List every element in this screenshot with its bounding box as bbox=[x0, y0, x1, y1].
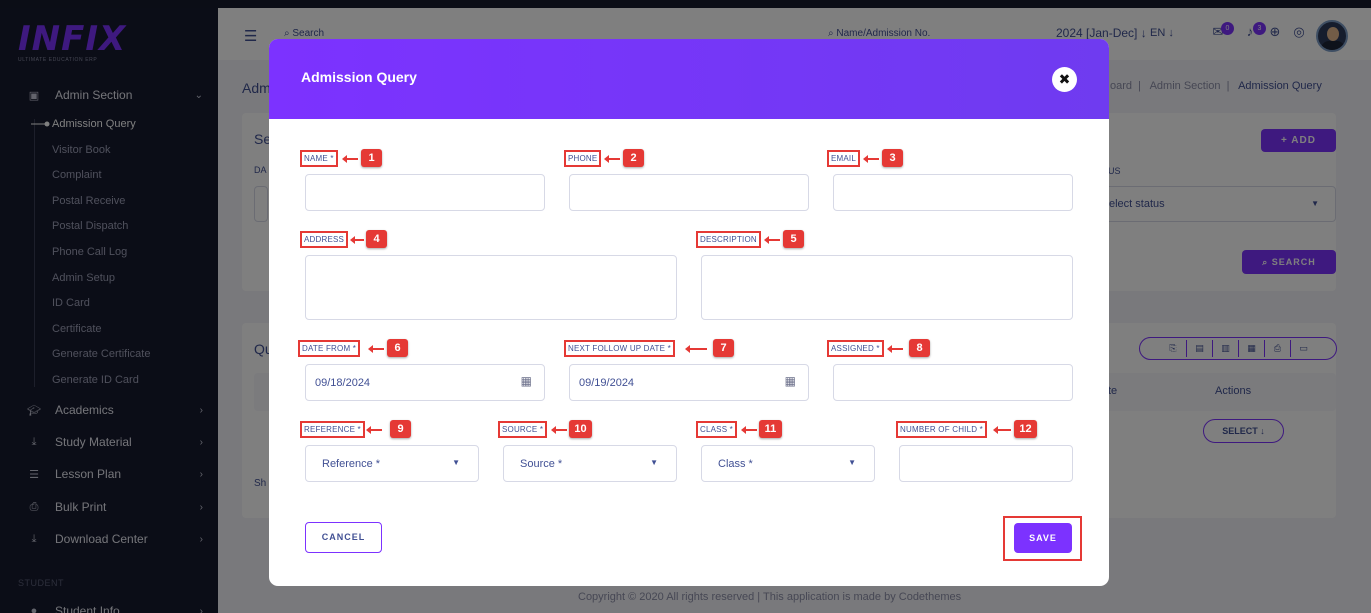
annotation-arrow bbox=[350, 236, 364, 244]
save-button[interactable]: SAVE bbox=[1014, 523, 1072, 553]
reference-select[interactable]: Reference * ▼ bbox=[305, 445, 479, 482]
admission-query-modal: Admission Query ✖ NAME * 1 PHONE 2 EMAIL… bbox=[269, 39, 1109, 586]
phone-label: PHONE bbox=[564, 150, 602, 167]
next-follow-up-date-label: NEXT FOLLOW UP DATE * bbox=[564, 340, 675, 357]
annotation-arrow bbox=[993, 426, 1011, 434]
annotation-badge-6: 6 bbox=[387, 339, 408, 357]
calendar-icon[interactable]: ▦ bbox=[521, 374, 532, 388]
annotation-badge-12: 12 bbox=[1014, 420, 1037, 438]
address-label: ADDRESS bbox=[300, 231, 349, 248]
date-from-field[interactable]: 09/18/2024 ▦ bbox=[305, 364, 545, 401]
annotation-arrow bbox=[863, 155, 879, 163]
caret-down-icon: ▼ bbox=[452, 458, 460, 467]
assigned-label: ASSIGNED * bbox=[827, 340, 884, 357]
top-stripe bbox=[0, 0, 1371, 8]
annotation-badge-7: 7 bbox=[713, 339, 734, 357]
next-follow-up-date-field[interactable]: 09/19/2024 ▦ bbox=[569, 364, 809, 401]
description-field[interactable] bbox=[701, 255, 1073, 320]
reference-select-value: Reference * bbox=[322, 458, 381, 470]
email-label: EMAIL bbox=[827, 150, 861, 167]
caret-down-icon: ▼ bbox=[848, 458, 856, 467]
date-from-value: 09/18/2024 bbox=[315, 377, 371, 389]
address-field[interactable] bbox=[305, 255, 677, 320]
source-select-value: Source * bbox=[520, 458, 563, 470]
name-label: NAME * bbox=[300, 150, 338, 167]
number-of-child-label: NUMBER OF CHILD * bbox=[896, 421, 987, 438]
annotation-arrow bbox=[887, 345, 903, 353]
annotation-arrow bbox=[342, 155, 358, 163]
assigned-field[interactable] bbox=[833, 364, 1073, 401]
annotation-arrow bbox=[741, 426, 757, 434]
annotation-badge-2: 2 bbox=[623, 149, 644, 167]
class-label: CLASS * bbox=[696, 421, 737, 438]
phone-field[interactable] bbox=[569, 174, 809, 211]
class-select-value: Class * bbox=[718, 458, 753, 470]
annotation-badge-8: 8 bbox=[909, 339, 930, 357]
annotation-badge-10: 10 bbox=[569, 420, 592, 438]
description-label: DESCRIPTION bbox=[696, 231, 761, 248]
annotation-arrow bbox=[604, 155, 620, 163]
annotation-arrow bbox=[685, 345, 707, 353]
annotation-arrow bbox=[764, 236, 780, 244]
class-select[interactable]: Class * ▼ bbox=[701, 445, 875, 482]
modal-header: Admission Query ✖ bbox=[269, 39, 1109, 119]
source-select[interactable]: Source * ▼ bbox=[503, 445, 677, 482]
annotation-arrow bbox=[366, 426, 382, 434]
annotation-badge-3: 3 bbox=[882, 149, 903, 167]
annotation-badge-4: 4 bbox=[366, 230, 387, 248]
cancel-button[interactable]: CANCEL bbox=[305, 522, 382, 553]
modal-title: Admission Query bbox=[301, 69, 417, 85]
annotation-badge-5: 5 bbox=[783, 230, 804, 248]
close-icon[interactable]: ✖ bbox=[1052, 67, 1077, 92]
calendar-icon[interactable]: ▦ bbox=[785, 374, 796, 388]
source-label: SOURCE * bbox=[498, 421, 548, 438]
annotation-arrow bbox=[368, 345, 384, 353]
annotation-badge-11: 11 bbox=[759, 420, 782, 438]
email-field[interactable] bbox=[833, 174, 1073, 211]
caret-down-icon: ▼ bbox=[650, 458, 658, 467]
annotation-badge-1: 1 bbox=[361, 149, 382, 167]
next-follow-up-date-value: 09/19/2024 bbox=[579, 377, 635, 389]
name-field[interactable] bbox=[305, 174, 545, 211]
date-from-label: DATE FROM * bbox=[298, 340, 361, 357]
reference-label: REFERENCE * bbox=[300, 421, 365, 438]
annotation-badge-9: 9 bbox=[390, 420, 411, 438]
annotation-arrow bbox=[551, 426, 567, 434]
number-of-child-field[interactable] bbox=[899, 445, 1073, 482]
